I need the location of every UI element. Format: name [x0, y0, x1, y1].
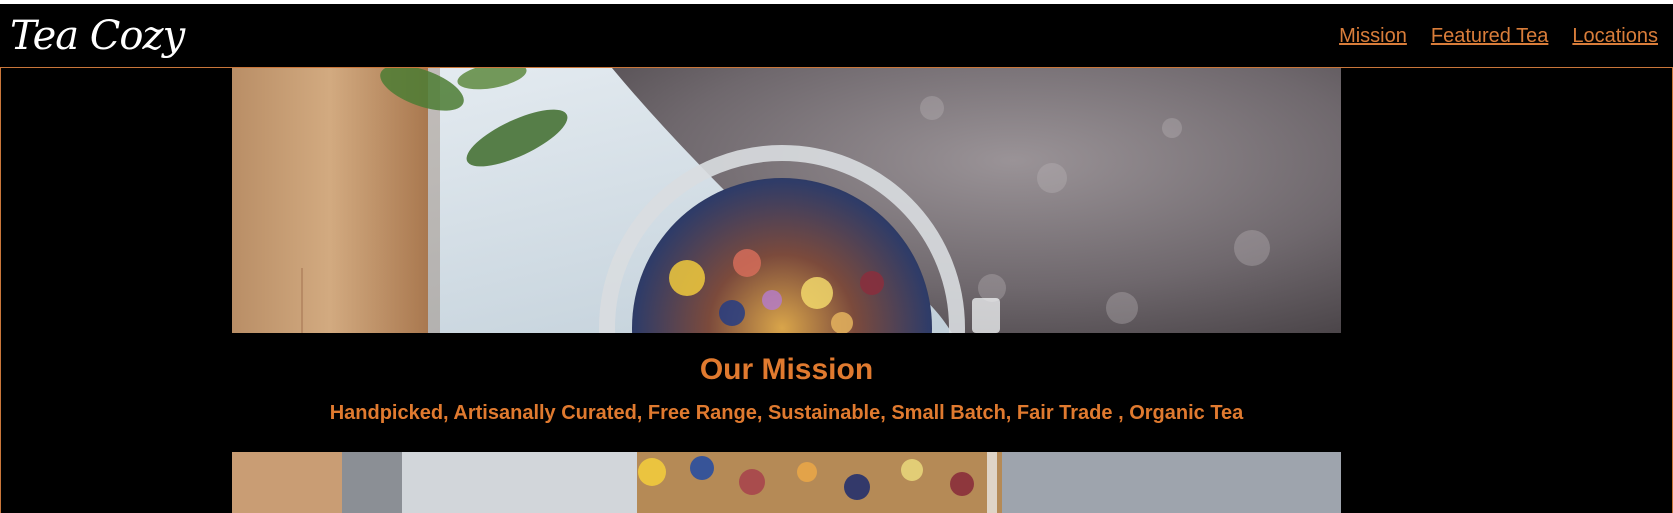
- nav-link-featured-tea[interactable]: Featured Tea: [1431, 24, 1549, 48]
- hero-image: [232, 68, 1341, 333]
- nav-link-mission[interactable]: Mission: [1339, 24, 1407, 48]
- mission-description: Handpicked, Artisanally Curated, Free Ra…: [329, 402, 1244, 424]
- bottom-tea-image: [232, 452, 1341, 513]
- hero-photo-illustration: [232, 68, 1341, 333]
- mission-title: Our Mission: [699, 353, 874, 386]
- site-logo[interactable]: Tea Cozy: [10, 15, 185, 57]
- bottom-photo-illustration: [232, 452, 1341, 513]
- main-nav: Mission Featured Tea Locations: [1339, 24, 1658, 48]
- nav-link-locations[interactable]: Locations: [1572, 24, 1658, 48]
- mission-section: Our Mission Handpicked, Artisanally Cura…: [232, 333, 1341, 452]
- site-header: Tea Cozy Mission Featured Tea Locations: [0, 4, 1673, 68]
